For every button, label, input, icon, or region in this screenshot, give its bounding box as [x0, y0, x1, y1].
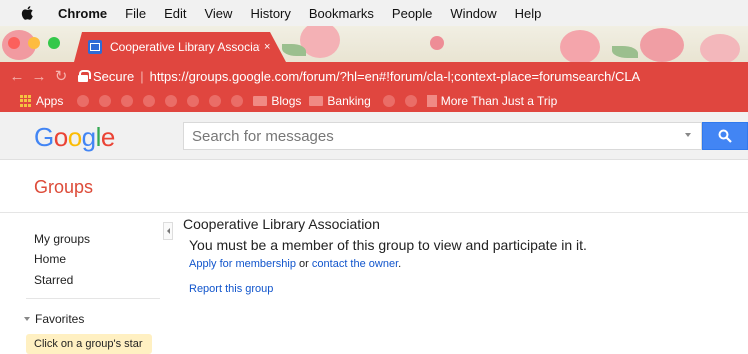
- google-logo[interactable]: Google: [34, 122, 115, 153]
- search-options-caret-icon[interactable]: [685, 133, 691, 137]
- bookmark-favicon-icon[interactable]: [187, 95, 200, 107]
- bookmark-more-than-just-a-trip[interactable]: More Than Just a Trip: [426, 94, 558, 108]
- folder-icon: [253, 96, 268, 106]
- bookmark-folder-label: Banking: [327, 94, 371, 108]
- url-text[interactable]: https://groups.google.com/forum/?hl=en#!…: [150, 69, 641, 84]
- bookmark-favicon-icon[interactable]: [121, 95, 134, 107]
- browser-tab-active[interactable]: Cooperative Library Associati ×: [74, 32, 286, 62]
- menu-bookmarks[interactable]: Bookmarks: [309, 6, 374, 21]
- logo-letter: o: [67, 122, 82, 152]
- menu-history[interactable]: History: [250, 6, 290, 21]
- bookmark-favicon-icon[interactable]: [382, 95, 395, 107]
- menu-help[interactable]: Help: [515, 6, 542, 21]
- bookmark-favicon-icon[interactable]: [143, 95, 156, 107]
- groups-title[interactable]: Groups: [34, 177, 93, 198]
- minimize-window-button[interactable]: [28, 37, 40, 49]
- favorites-hint: Click on a group's star: [26, 334, 152, 354]
- menu-people[interactable]: People: [392, 6, 432, 21]
- favorites-toggle[interactable]: Favorites: [24, 312, 84, 326]
- nav-divider: [26, 298, 160, 299]
- address-bar[interactable]: Secure | https://groups.google.com/forum…: [78, 65, 748, 87]
- collapse-sidebar-button[interactable]: [163, 222, 173, 240]
- logo-letter: o: [53, 122, 68, 152]
- menu-chrome[interactable]: Chrome: [58, 6, 107, 21]
- bookmarks-bar: Apps Blogs Banking More Than Just a Trip: [0, 90, 748, 112]
- bookmark-favicon-icon[interactable]: [404, 95, 417, 107]
- zoom-window-button[interactable]: [48, 37, 60, 49]
- floral-decoration: [560, 30, 600, 62]
- nav-starred[interactable]: Starred: [34, 273, 73, 287]
- folder-icon: [309, 96, 324, 106]
- menu-file[interactable]: File: [125, 6, 146, 21]
- bookmark-favicon-icon[interactable]: [165, 95, 178, 107]
- close-window-button[interactable]: [8, 37, 20, 49]
- tab-strip: Cooperative Library Associati ×: [0, 26, 748, 62]
- apply-for-membership-link[interactable]: Apply for membership: [189, 258, 296, 270]
- bookmark-apps[interactable]: Apps: [36, 94, 63, 108]
- bookmark-folder-label: Blogs: [271, 94, 302, 108]
- bookmark-folder-banking[interactable]: Banking: [309, 94, 371, 108]
- search-icon: [718, 129, 732, 143]
- google-header: Google Search for messages: [0, 112, 748, 160]
- search-input[interactable]: Search for messages: [183, 122, 702, 150]
- leaf-decoration: [612, 46, 638, 58]
- reload-icon[interactable]: ↻: [50, 67, 72, 85]
- bookmark-folder-blogs[interactable]: Blogs: [253, 94, 301, 108]
- nav-home[interactable]: Home: [34, 252, 66, 266]
- tab-close-icon[interactable]: ×: [264, 41, 270, 53]
- floral-decoration: [300, 26, 340, 58]
- period-text: .: [398, 258, 402, 270]
- groups-header: Groups: [0, 161, 748, 213]
- tab-title: Cooperative Library Associati: [110, 40, 260, 54]
- apps-grid-icon[interactable]: [20, 95, 32, 107]
- search-button[interactable]: [702, 122, 748, 150]
- apple-logo-icon[interactable]: [20, 5, 36, 21]
- url-separator: |: [140, 68, 144, 84]
- bookmark-favicon-icon[interactable]: [99, 95, 112, 107]
- macos-menu-bar: Chrome File Edit View History Bookmarks …: [0, 0, 748, 26]
- leaf-decoration: [282, 44, 306, 56]
- forward-arrow-icon[interactable]: →: [28, 68, 50, 85]
- secure-label: Secure: [93, 68, 135, 84]
- menu-view[interactable]: View: [204, 6, 232, 21]
- floral-decoration: [430, 36, 444, 50]
- bookmark-favicon-icon[interactable]: [77, 95, 90, 107]
- floral-decoration: [700, 34, 740, 62]
- logo-letter: e: [100, 122, 115, 152]
- google-groups-favicon-icon: [88, 40, 102, 54]
- or-text: or: [296, 258, 312, 270]
- report-group-link[interactable]: Report this group: [189, 283, 273, 295]
- membership-actions: Apply for membership or contact the owne…: [189, 258, 401, 270]
- triangle-down-icon: [24, 317, 30, 321]
- contact-owner-link[interactable]: contact the owner: [312, 258, 398, 270]
- bookmark-label: More Than Just a Trip: [440, 94, 558, 108]
- menu-window[interactable]: Window: [450, 6, 496, 21]
- logo-letter: g: [81, 122, 96, 152]
- lock-icon: [78, 70, 91, 82]
- nav-my-groups[interactable]: My groups: [34, 232, 90, 246]
- search-placeholder: Search for messages: [192, 127, 334, 145]
- back-arrow-icon[interactable]: ←: [6, 68, 28, 85]
- menu-edit[interactable]: Edit: [164, 6, 186, 21]
- browser-toolbar: ← → ↻ Secure | https://groups.google.com…: [0, 62, 748, 90]
- left-nav: My groups Home Starred Favorites Click o…: [0, 214, 160, 354]
- floral-decoration: [640, 28, 684, 62]
- favorites-label: Favorites: [35, 312, 85, 326]
- bookmark-favicon-icon[interactable]: [231, 95, 244, 107]
- bookmark-favicon-icon[interactable]: [209, 95, 222, 107]
- membership-notice: You must be a member of this group to vi…: [189, 237, 587, 253]
- logo-letter: G: [34, 122, 54, 152]
- page-icon: [426, 95, 437, 107]
- group-name: Cooperative Library Association: [183, 216, 380, 232]
